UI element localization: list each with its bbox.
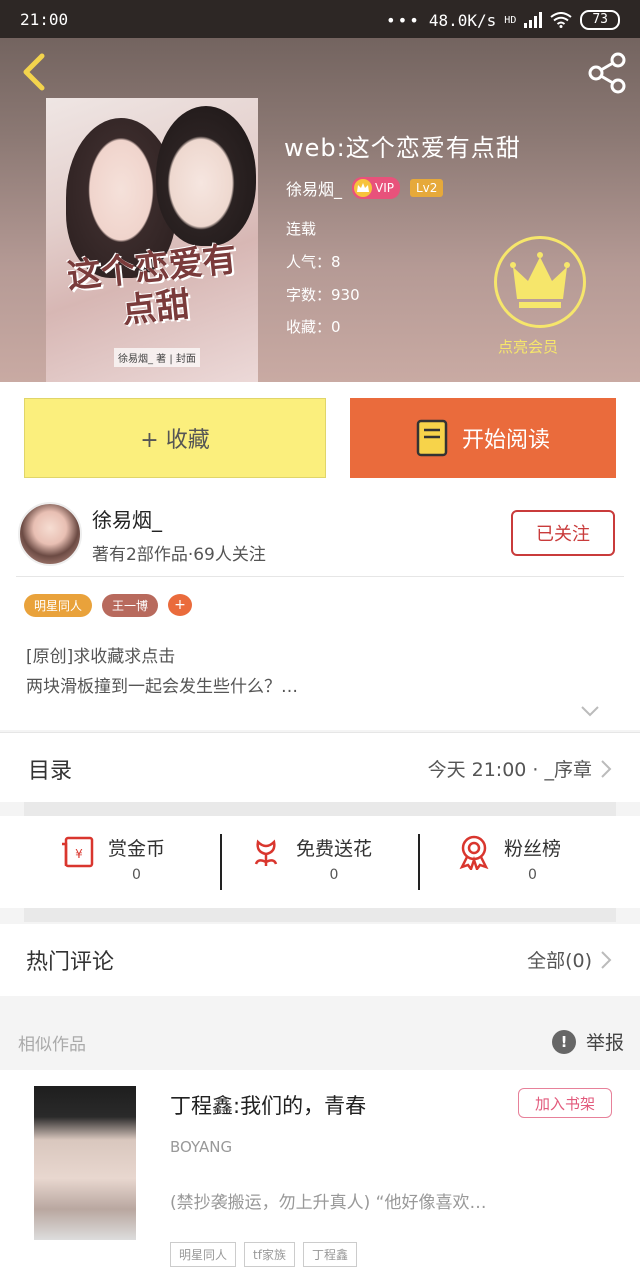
similar-header: 相似作品 ! 举报	[0, 1018, 640, 1070]
start-reading-label: 开始阅读	[461, 428, 550, 453]
tag-item[interactable]: 王一博	[102, 594, 159, 617]
add-to-shelf-button[interactable]: 加入书架	[518, 1088, 612, 1118]
follow-button[interactable]: 已关注	[511, 510, 615, 556]
network-type: HD	[504, 14, 517, 26]
divider	[418, 834, 420, 890]
book-collections: 收藏：0	[286, 318, 341, 336]
svg-text:¥: ¥	[75, 847, 83, 861]
rewards-section: ¥ 赏金币 0 免费送花 0 粉丝榜 0	[0, 816, 640, 908]
book-popularity: 人气：8	[286, 253, 341, 271]
share-icon[interactable]	[584, 50, 630, 96]
divider	[220, 834, 222, 890]
status-time: 21:00	[20, 10, 69, 29]
tag-item[interactable]: tf家族	[244, 1242, 295, 1267]
section-divider	[24, 802, 616, 816]
reward-text: 免费送花 0	[296, 834, 372, 883]
chevron-right-icon	[601, 951, 612, 969]
reward-count: 0	[132, 867, 141, 883]
similar-book-tags: 明星同人 tf家族 丁程鑫	[170, 1242, 357, 1267]
action-buttons: + 收藏 开始阅读	[0, 382, 640, 494]
cover-figure-boy	[156, 106, 256, 246]
fan-ranking-button[interactable]: 粉丝榜 0	[456, 834, 561, 883]
catalog-label: 目录	[28, 759, 73, 784]
reward-count: 0	[329, 867, 339, 883]
member-label[interactable]: 点亮会员	[498, 336, 558, 357]
tag-item[interactable]: 明星同人	[24, 594, 93, 617]
reward-text: 粉丝榜 0	[504, 834, 561, 883]
description-line: 两块滑板撞到一起会发生些什么？…	[26, 677, 298, 697]
chevron-right-icon	[601, 760, 612, 778]
book-status: 连载	[286, 220, 317, 238]
vip-label: VIP	[375, 181, 394, 195]
reward-name: 免费送花	[296, 838, 373, 860]
level-badge: Lv2	[410, 179, 444, 197]
similar-book-item[interactable]: 丁程鑫:我们的，青春 加入书架 BOYANG (禁抄袭搬运，勿上升真人) “他好…	[0, 1070, 640, 1280]
catalog-row[interactable]: 目录 今天 21:00 · _序章	[0, 732, 640, 802]
comments-row[interactable]: 热门评论 全部(0)	[0, 924, 640, 996]
section-divider	[24, 908, 616, 922]
tag-list: 明星同人 王一博 +	[24, 594, 193, 617]
author-section: 徐易烟_ 著有2部作品·69人关注 已关注 明星同人 王一博 + [原创]求收藏…	[0, 494, 640, 730]
book-header: 21:00 ••• 48.0K/s HD 73 这个恋爱有点甜 徐易烟_ 著 |…	[0, 0, 640, 382]
similar-book-cover	[34, 1086, 136, 1240]
member-crown-button[interactable]	[494, 236, 586, 328]
author-name[interactable]: 徐易烟_	[92, 504, 162, 533]
reward-count: 0	[528, 867, 537, 883]
network-speed: 48.0K/s	[428, 10, 497, 30]
vip-badge: VIP	[352, 177, 400, 199]
warning-icon: !	[551, 1029, 576, 1054]
book-cover[interactable]: 这个恋爱有点甜 徐易烟_ 著 | 封面	[46, 98, 258, 382]
reward-coins-button[interactable]: ¥ 赏金币 0	[60, 834, 165, 883]
battery-icon: 73	[580, 10, 620, 30]
start-reading-button[interactable]: 开始阅读	[350, 398, 616, 478]
chevron-down-icon[interactable]	[580, 704, 600, 718]
status-right: ••• 48.0K/s HD 73	[386, 10, 620, 30]
similar-book-author: BOYANG	[170, 1138, 233, 1156]
report-button[interactable]: ! 举报	[551, 1028, 624, 1055]
red-envelope-icon: ¥	[62, 836, 94, 868]
tag-item[interactable]: 丁程鑫	[302, 1242, 357, 1267]
book-author[interactable]: 徐易烟_	[286, 176, 342, 200]
avatar[interactable]	[18, 502, 82, 566]
status-bar: 21:00 ••• 48.0K/s HD 73	[0, 0, 640, 38]
medal-icon	[459, 835, 489, 870]
send-flower-button[interactable]: 免费送花 0	[248, 834, 372, 883]
comments-label: 热门评论	[26, 950, 115, 975]
dots-icon: •••	[385, 10, 421, 30]
description-line: [原创]求收藏求点击	[26, 647, 176, 667]
reward-name: 粉丝榜	[504, 838, 562, 860]
book-description: [原创]求收藏求点击 两块滑板撞到一起会发生些什么？…	[26, 642, 298, 702]
similar-book-description: (禁抄袭搬运，勿上升真人) “他好像喜欢…	[170, 1193, 487, 1213]
crown-icon	[510, 252, 570, 308]
collect-button[interactable]: + 收藏	[24, 398, 326, 478]
latest-chapter: 今天 21:00 · _序章	[427, 759, 592, 781]
flower-icon	[254, 839, 278, 866]
all-comments-link: 全部(0)	[527, 950, 592, 972]
wifi-icon	[550, 12, 572, 28]
reward-text: 赏金币 0	[108, 834, 165, 883]
divider	[16, 576, 624, 577]
back-arrow-icon[interactable]	[14, 50, 54, 94]
reward-name: 赏金币	[108, 838, 166, 860]
similar-heading: 相似作品	[18, 1035, 86, 1055]
book-icon	[416, 419, 448, 457]
report-label: 举报	[585, 1032, 624, 1054]
similar-book-title: 丁程鑫:我们的，青春	[170, 1094, 367, 1118]
crown-icon	[354, 179, 373, 197]
book-word-count: 字数：930	[286, 286, 360, 304]
add-tag-button[interactable]: +	[168, 594, 193, 616]
book-author-row: 徐易烟_ VIP Lv2	[286, 176, 444, 200]
signal-icon	[524, 12, 543, 28]
author-info: 著有2部作品·69人关注	[92, 545, 266, 565]
cover-credits: 徐易烟_ 著 | 封面	[114, 348, 200, 367]
book-title: web:这个恋爱有点甜	[284, 134, 521, 162]
tag-item[interactable]: 明星同人	[170, 1242, 237, 1267]
